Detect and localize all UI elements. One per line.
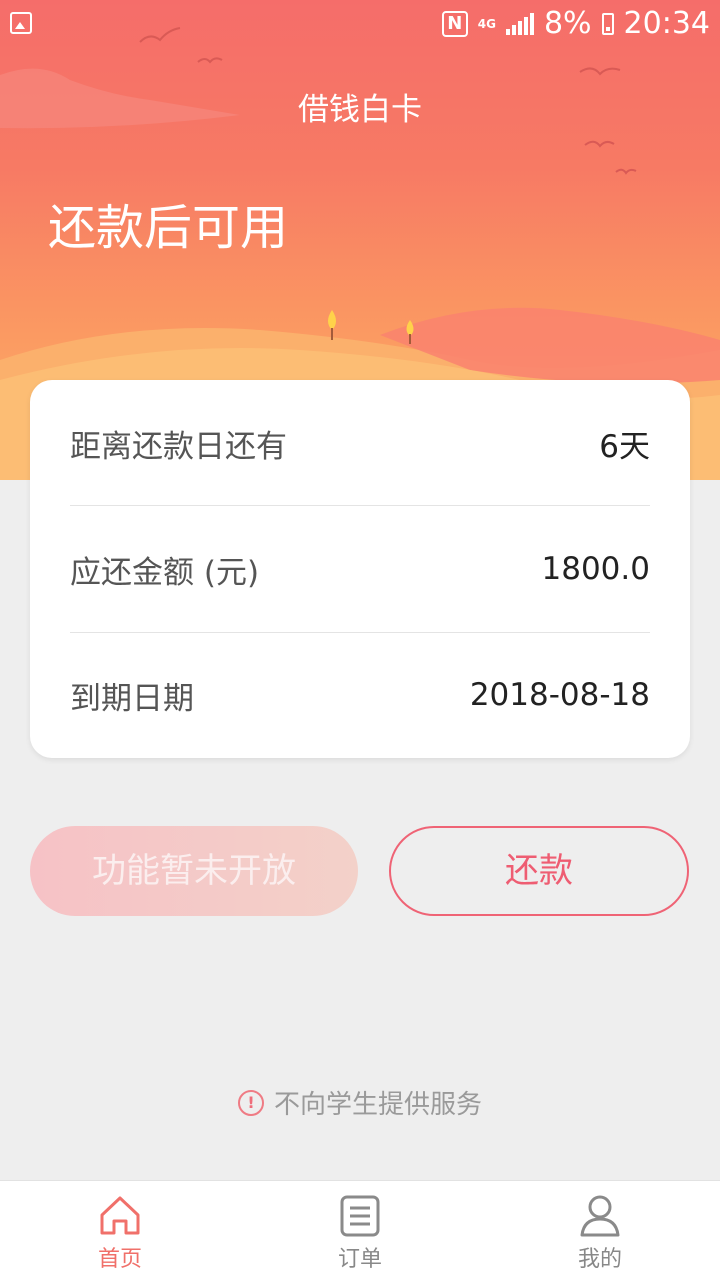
repay-button[interactable]: 还款	[389, 826, 689, 916]
tab-orders-label: 订单	[337, 1247, 382, 1272]
network-type: 4G	[477, 16, 496, 31]
tab-me-label: 我的	[577, 1247, 622, 1272]
tab-home-label: 首页	[97, 1247, 142, 1272]
tab-home[interactable]: 首页	[0, 1181, 240, 1281]
person-icon	[580, 1195, 620, 1237]
home-icon	[100, 1196, 140, 1235]
days-remaining-value: 6天	[599, 428, 650, 465]
hero-headline: 还款后可用	[48, 200, 289, 256]
gallery-notification-icon	[10, 12, 32, 34]
document-icon	[340, 1195, 380, 1237]
bottom-tab-bar: 首页 订单 我的	[0, 1180, 720, 1281]
app-title: 借钱白卡	[298, 92, 422, 128]
repayment-card: 距离还款日还有 6天 应还金额 (元) 1800.0 到期日期 2018-08-…	[30, 380, 690, 758]
amount-due-value: 1800.0	[541, 551, 650, 587]
amount-due-label: 应还金额 (元)	[70, 554, 260, 591]
student-notice: ! 不向学生提供服务	[0, 1084, 720, 1121]
unavailable-feature-button[interactable]: 功能暂未开放	[30, 826, 358, 916]
due-date-value: 2018-08-18	[469, 677, 650, 713]
status-bar: N 4G 8% 20:34	[0, 0, 720, 50]
battery-icon	[601, 12, 614, 35]
tab-orders[interactable]: 订单	[240, 1181, 480, 1281]
signal-icon	[505, 12, 534, 35]
amount-due-row: 应还金额 (元) 1800.0	[70, 506, 650, 632]
due-date-row: 到期日期 2018-08-18	[70, 632, 650, 758]
battery-percent: 8%	[543, 6, 592, 41]
due-date-label: 到期日期	[70, 680, 194, 717]
nfc-icon: N	[441, 10, 468, 37]
tree-icon	[328, 310, 336, 340]
tab-me[interactable]: 我的	[480, 1181, 720, 1281]
student-notice-text: 不向学生提供服务	[273, 1090, 482, 1120]
days-remaining-label: 距离还款日还有	[70, 428, 287, 465]
exclamation-icon: !	[237, 1089, 264, 1116]
days-remaining-row: 距离还款日还有 6天	[70, 380, 650, 506]
clock: 20:34	[623, 6, 710, 41]
